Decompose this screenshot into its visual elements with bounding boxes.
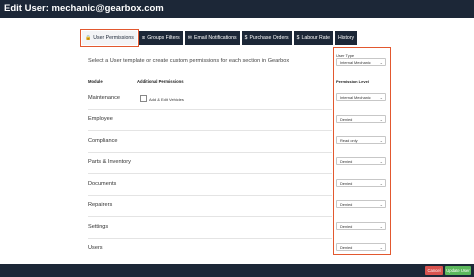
chevron-down-icon: ⌄ <box>379 138 383 143</box>
permission-select-repairers[interactable]: Denied ⌄ <box>336 200 386 208</box>
chevron-down-icon: ⌄ <box>379 245 383 250</box>
select-value: Denied <box>340 180 353 186</box>
tab-email-notifications[interactable]: ✉ Email Notifications <box>184 31 240 45</box>
permission-select-compliance[interactable]: Read only ⌄ <box>336 136 386 144</box>
tab-purchase-orders[interactable]: $ Purchase Orders <box>241 31 292 45</box>
row-divider <box>88 173 332 174</box>
row-divider <box>88 195 332 196</box>
tab-history[interactable]: History <box>335 31 358 45</box>
column-header-additional-permissions: Additional Permissions <box>137 79 184 84</box>
dollar-icon: $ <box>244 35 248 41</box>
tab-label: Email Notifications <box>193 35 237 41</box>
module-name-employee: Employee <box>88 116 113 122</box>
select-value: Denied <box>340 244 353 250</box>
module-name-maintenance: Maintenance <box>88 95 121 101</box>
module-name-parts-inventory: Parts & Inventory <box>88 159 131 165</box>
title-bar: Edit User: mechanic@gearbox.com <box>0 0 474 18</box>
permission-select-maintenance[interactable]: Internal Mechanic ⌄ <box>336 93 386 101</box>
permission-select-employee[interactable]: Denied ⌄ <box>336 115 386 123</box>
tab-label: Groups Filters <box>147 35 180 41</box>
tab-label: User Permissions <box>93 35 134 41</box>
dollar-icon: $ <box>296 35 300 41</box>
permission-select-users[interactable]: Denied ⌄ <box>336 243 386 251</box>
select-value: Internal Mechanic <box>340 59 371 65</box>
permission-level-label: Permission Level <box>336 79 369 84</box>
select-value: Read only <box>340 137 358 143</box>
chevron-down-icon: ⌄ <box>379 117 383 122</box>
add-edit-vehicles-label: Add & Edit Vehicles <box>149 97 184 102</box>
page-title: Edit User: mechanic@gearbox.com <box>4 3 164 14</box>
chevron-down-icon: ⌄ <box>379 181 383 186</box>
user-type-select[interactable]: Internal Mechanic ⌄ <box>336 58 386 66</box>
permission-select-parts-inventory[interactable]: Denied ⌄ <box>336 157 386 165</box>
row-divider <box>88 216 332 217</box>
tab-user-permissions[interactable]: 🔒 User Permissions <box>80 29 139 47</box>
permission-select-settings[interactable]: Denied ⌄ <box>336 222 386 230</box>
module-name-repairers: Repairers <box>88 202 113 208</box>
select-value: Internal Mechanic <box>340 94 371 100</box>
cancel-button[interactable]: Cancel <box>425 266 443 275</box>
select-value: Denied <box>340 201 353 207</box>
lock-icon: 🔒 <box>85 35 92 41</box>
tab-label: History <box>338 35 355 41</box>
tab-label: Purchase Orders <box>249 35 289 41</box>
chevron-down-icon: ⌄ <box>379 224 383 229</box>
footer-bar <box>0 264 474 277</box>
row-divider <box>88 152 332 153</box>
filter-icon: ⦻ <box>141 35 146 41</box>
tab-label: Labour Rate <box>301 35 330 41</box>
tab-groups-filters[interactable]: ⦻ Groups Filters <box>138 31 183 45</box>
chevron-down-icon: ⌄ <box>379 159 383 164</box>
module-name-documents: Documents <box>88 181 117 187</box>
add-edit-vehicles-checkbox[interactable] <box>140 95 147 102</box>
module-name-compliance: Compliance <box>88 138 118 144</box>
envelope-icon: ✉ <box>187 35 192 41</box>
tab-bar: 🔒 User Permissions ⦻ Groups Filters ✉ Em… <box>80 29 359 47</box>
select-value: Denied <box>340 223 353 229</box>
column-header-module: Module <box>88 79 103 84</box>
select-value: Denied <box>340 158 353 164</box>
select-value: Denied <box>340 116 353 122</box>
row-divider <box>88 130 332 131</box>
intro-text: Select a User template or create custom … <box>88 58 290 64</box>
permission-select-documents[interactable]: Denied ⌄ <box>336 179 386 187</box>
chevron-down-icon: ⌄ <box>379 60 383 65</box>
module-name-users: Users <box>88 245 103 251</box>
tab-labour-rate[interactable]: $ Labour Rate <box>293 31 333 45</box>
chevron-down-icon: ⌄ <box>379 95 383 100</box>
row-divider <box>88 238 332 239</box>
module-name-settings: Settings <box>88 224 109 230</box>
row-divider <box>88 109 332 110</box>
chevron-down-icon: ⌄ <box>379 202 383 207</box>
update-user-button[interactable]: Update User <box>445 266 471 275</box>
